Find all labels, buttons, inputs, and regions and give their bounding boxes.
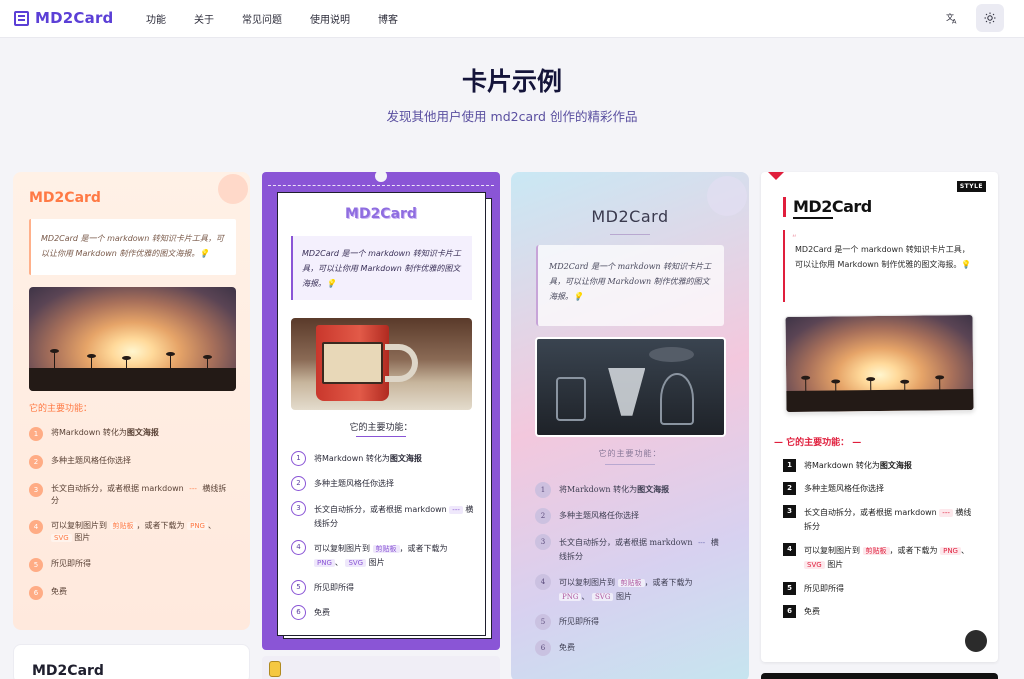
language-button[interactable]: 文 A <box>938 4 966 32</box>
quote-mark-icon: “ <box>792 234 797 244</box>
card-title: MD2Card <box>591 207 669 226</box>
card-quote: MD2Card 是一个 markdown 转知识卡片工具，可以让你用 Markd… <box>291 236 472 300</box>
title-underline <box>610 234 650 235</box>
logo-text: MD2Card <box>35 9 114 27</box>
card-image-coffee <box>535 337 726 437</box>
list-item: 6 免费 <box>783 605 978 618</box>
example-card-peek[interactable] <box>262 656 500 679</box>
sun-icon <box>984 12 996 24</box>
heading-underline <box>605 464 655 465</box>
list-item: 5 所见即所得 <box>783 582 978 595</box>
features-heading: 它的主要功能： <box>29 404 93 414</box>
example-card-dark-peek[interactable] <box>761 673 998 679</box>
list-item: 6 免费 <box>291 605 476 620</box>
list-item: 4 可以复制图片到 剪贴板 ，或者下载为 PNG、 SVG 图片 <box>29 520 234 544</box>
style-badge: STYLE <box>956 181 986 192</box>
title-underline <box>793 217 833 219</box>
card-title: MD2Card <box>345 206 417 222</box>
list-item: 2 多种主题风格任你选择 <box>783 482 978 495</box>
title-accent-bar <box>783 197 786 217</box>
example-card-pastel[interactable]: MD2Card MD2Card 是一个 markdown 转知识卡片工具，可以让… <box>511 172 749 679</box>
example-card-bold[interactable]: STYLE MD2Card MD2Card 是一个 markdown 转知识卡片… <box>761 172 998 662</box>
list-item: 1 将Markdown 转化为图文海报 <box>29 427 234 441</box>
list-item: 2 多种主题风格任你选择 <box>291 476 476 491</box>
list-item: 5 所见即所得 <box>291 580 476 595</box>
page-title: 卡片示例 <box>461 67 562 96</box>
dashed-line <box>268 185 494 186</box>
features-heading: — 它的主要功能： — <box>774 438 862 448</box>
theme-toggle-button[interactable] <box>976 4 1004 32</box>
list-item: 4 可以复制图片到 剪贴板 ，或者下载为 PNG、 SVG 图片 <box>783 543 978 572</box>
top-nav: MD2Card 功能 关于 常见问题 使用说明 博客 文 A <box>0 0 1024 38</box>
list-item: 1 将Markdown 转化为图文海报 <box>535 482 725 498</box>
list-item: 3 长文自动拆分，或者根据 markdown --- 横线拆分 <box>29 483 234 506</box>
corner-triangle <box>768 172 784 180</box>
card-paper: MD2Card MD2Card 是一个 markdown 转知识卡片工具，可以让… <box>277 192 486 636</box>
logo-icon <box>14 10 29 26</box>
floating-action-button[interactable] <box>965 630 987 652</box>
card-image-sunset <box>784 314 975 413</box>
list-item: 1 将Markdown 转化为图文海报 <box>291 451 476 466</box>
list-item: 2 多种主题风格任你选择 <box>29 455 234 469</box>
example-card-plain[interactable]: MD2Card <box>13 644 250 679</box>
heart-decoration-icon <box>218 174 248 204</box>
list-item: 2 多种主题风格任你选择 <box>535 508 725 524</box>
heading-underline <box>356 436 406 437</box>
feature-list: 1 将Markdown 转化为图文海报 2 多种主题风格任你选择 3 长文自动拆… <box>291 451 476 620</box>
list-item: 3 长文自动拆分，或者根据 markdown --- 横线拆分 <box>535 534 725 564</box>
nav-actions: 文 A <box>938 4 1004 32</box>
nav-item-guide[interactable]: 使用说明 <box>310 11 350 26</box>
card-image-mug <box>291 318 472 410</box>
list-item: 3 长文自动拆分，或者根据 markdown --- 横线拆分 <box>291 501 476 530</box>
list-item: 6 免费 <box>535 640 725 656</box>
list-item: 5 所见即所得 <box>535 614 725 630</box>
lightbulb-icon <box>269 661 281 677</box>
features-heading: 它的主要功能： <box>349 423 413 433</box>
example-card-warm[interactable]: MD2Card MD2Card 是一个 markdown 转知识卡片工具，可以让… <box>13 172 250 630</box>
list-item: 4 可以复制图片到 剪贴板 ，或者下载为 PNG、 SVG 图片 <box>535 574 725 604</box>
nav-item-about[interactable]: 关于 <box>194 11 214 26</box>
feature-list: 1 将Markdown 转化为图文海报 2 多种主题风格任你选择 3 长文自动拆… <box>29 427 234 600</box>
card-title: MD2Card <box>32 663 104 679</box>
card-title: MD2Card <box>793 197 872 216</box>
svg-text:A: A <box>952 18 957 25</box>
list-item: 4 可以复制图片到 剪贴板 ，或者下载为 PNG、 SVG 图片 <box>291 540 476 570</box>
nav-menu: 功能 关于 常见问题 使用说明 博客 <box>146 11 426 26</box>
list-item: 3 长文自动拆分，或者根据 markdown --- 横线拆分 <box>783 505 978 533</box>
nav-item-features[interactable]: 功能 <box>146 11 166 26</box>
card-quote: MD2Card 是一个 markdown 转知识卡片工具，可以让你用 Markd… <box>783 230 985 302</box>
feature-list: 1 将Markdown 转化为图文海报 2 多种主题风格任你选择 3 长文自动拆… <box>535 482 725 656</box>
features-heading: 它的主要功能： <box>598 449 662 458</box>
feature-list: 1 将Markdown 转化为图文海报 2 多种主题风格任你选择 3 长文自动拆… <box>783 459 978 618</box>
card-quote: MD2Card 是一个 markdown 转知识卡片工具，可以让你用 Markd… <box>29 219 236 275</box>
nav-item-faq[interactable]: 常见问题 <box>242 11 282 26</box>
example-card-purple[interactable]: MD2Card MD2Card 是一个 markdown 转知识卡片工具，可以让… <box>262 172 500 650</box>
card-quote: MD2Card 是一个 markdown 转知识卡片工具，可以让你用 Markd… <box>536 245 724 326</box>
card-title: MD2Card <box>29 190 101 206</box>
card-image-sunset <box>29 287 236 391</box>
list-item: 1 将Markdown 转化为图文海报 <box>783 459 978 472</box>
nav-item-blog[interactable]: 博客 <box>378 11 398 26</box>
page-subtitle: 发现其他用户使用 md2card 创作的精彩作品 <box>386 109 638 124</box>
ticket-hole <box>375 172 387 182</box>
logo[interactable]: MD2Card <box>14 9 113 27</box>
translate-icon: 文 A <box>946 12 957 25</box>
list-item: 6 免费 <box>29 586 234 600</box>
list-item: 5 所见即所得 <box>29 558 234 572</box>
